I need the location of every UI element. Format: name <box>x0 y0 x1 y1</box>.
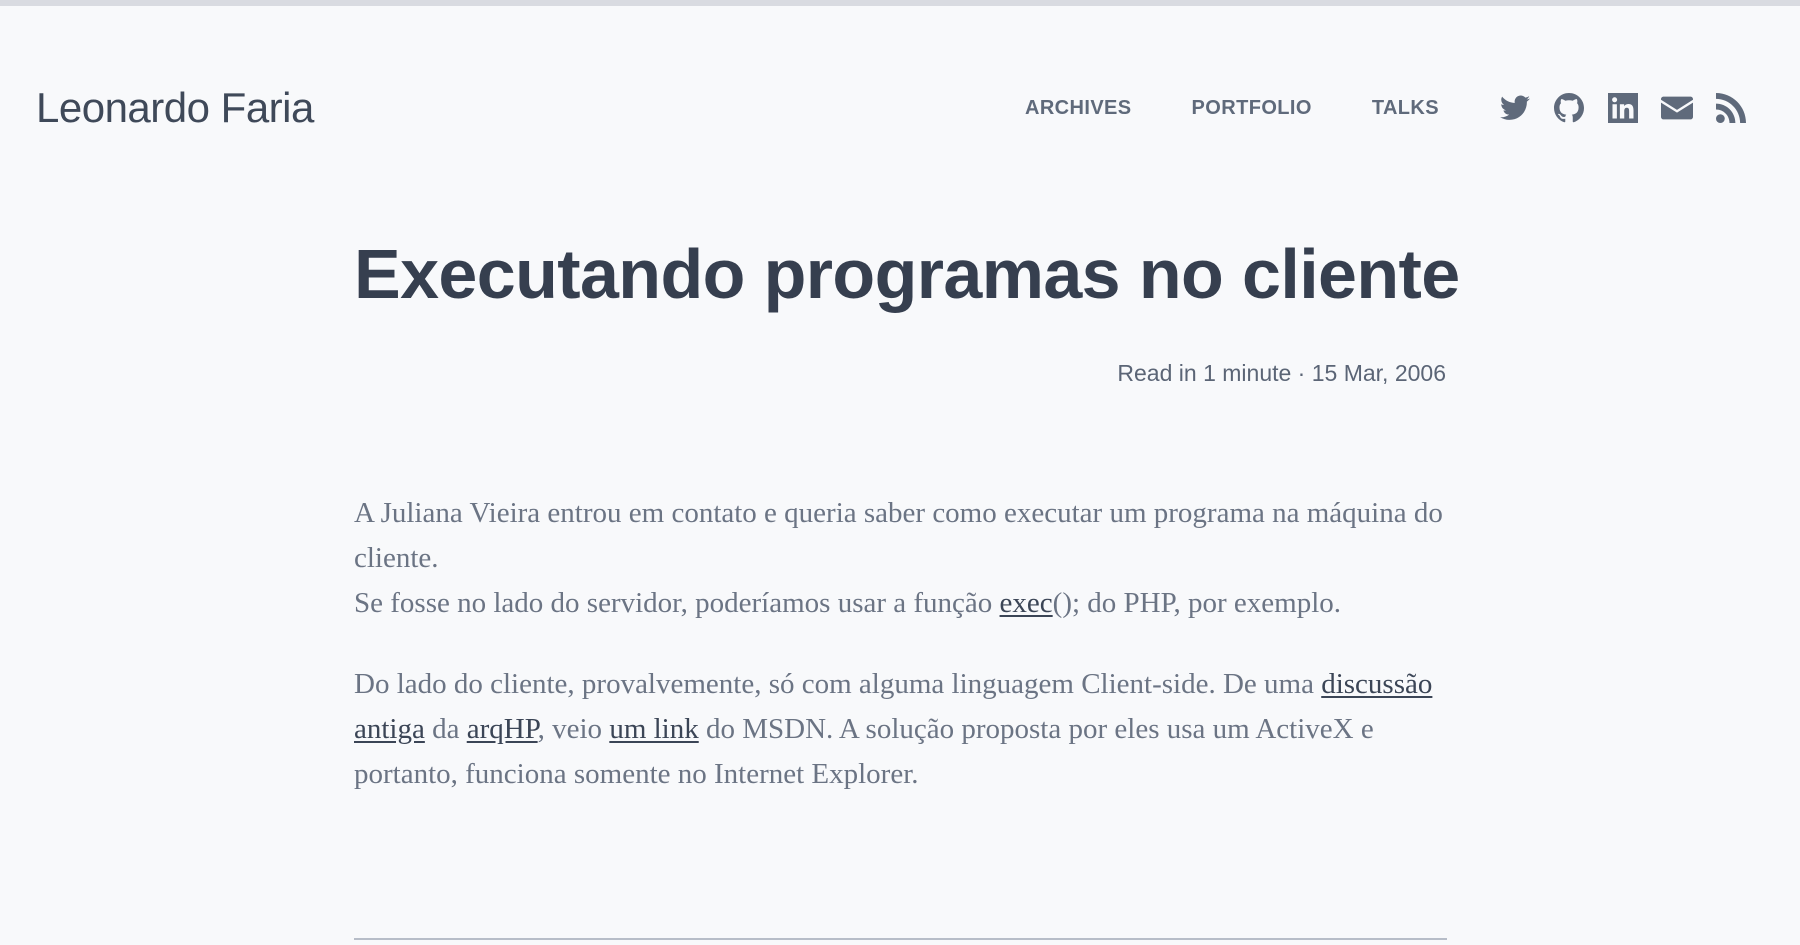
main-nav: ARCHIVES PORTFOLIO TALKS <box>1025 90 1747 126</box>
paragraph-1-text-2: Se fosse no lado do servidor, poderíamos… <box>354 587 1000 619</box>
content-divider <box>354 938 1447 940</box>
twitter-icon[interactable] <box>1499 92 1531 124</box>
paragraph-2-text-1: Do lado do cliente, provalvemente, só co… <box>354 668 1322 700</box>
paragraph-2: Do lado do cliente, provalvemente, só co… <box>354 662 1447 797</box>
arqhp-link[interactable]: arqHP <box>467 713 538 745</box>
post-title: Executando programas no cliente <box>354 235 1460 313</box>
social-links <box>1499 92 1747 124</box>
site-title-link[interactable]: Leonardo Faria <box>36 80 314 136</box>
linkedin-icon[interactable] <box>1607 92 1639 124</box>
top-accent-bar <box>0 0 1800 6</box>
exec-link[interactable]: exec <box>1000 587 1053 619</box>
post-meta: Read in 1 minute · 15 Mar, 2006 <box>1117 360 1446 386</box>
nav-link-archives[interactable]: ARCHIVES <box>1025 97 1132 120</box>
post-body: A Juliana Vieira entrou em contato e que… <box>354 491 1447 833</box>
nav-link-talks[interactable]: TALKS <box>1372 97 1439 120</box>
paragraph-1-text-1: A Juliana Vieira entrou em contato e que… <box>354 497 1443 574</box>
paragraph-2-text-3: , veio <box>537 713 610 745</box>
paragraph-1: A Juliana Vieira entrou em contato e que… <box>354 491 1447 626</box>
rss-icon[interactable] <box>1715 92 1747 124</box>
paragraph-2-text-2: da <box>424 713 467 745</box>
nav-link-portfolio[interactable]: PORTFOLIO <box>1192 97 1312 120</box>
email-icon[interactable] <box>1661 92 1693 124</box>
um-link-link[interactable]: um link <box>609 713 698 745</box>
github-icon[interactable] <box>1553 92 1585 124</box>
paragraph-1-text-3: (); do PHP, por exemplo. <box>1052 587 1342 619</box>
